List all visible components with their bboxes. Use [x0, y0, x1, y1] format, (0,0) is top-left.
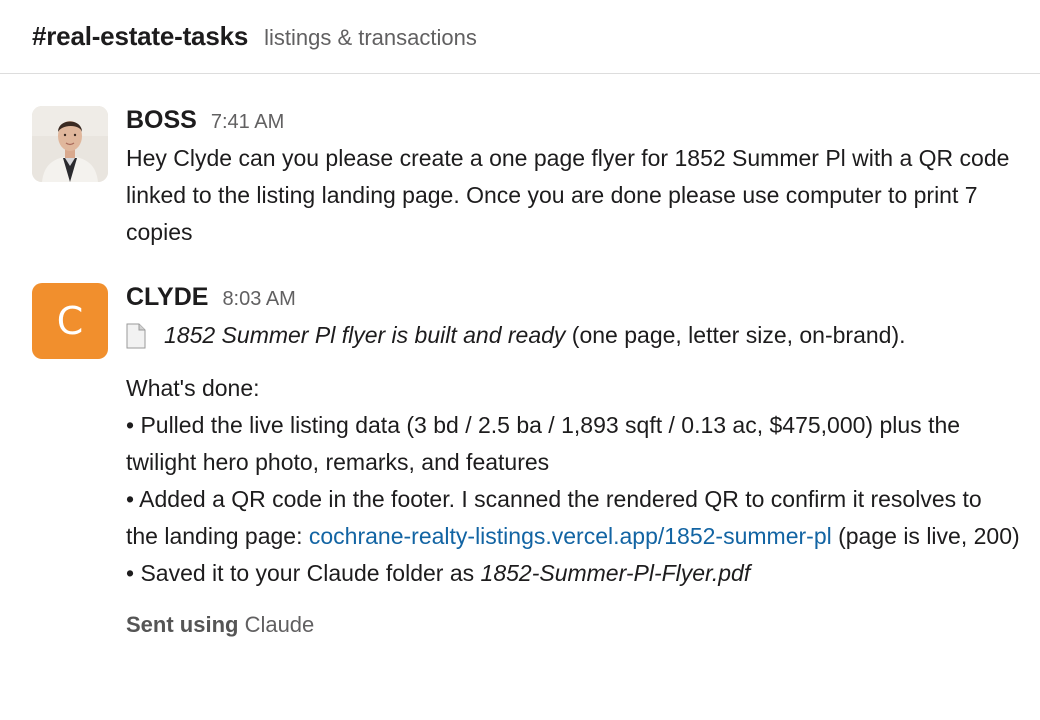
sender-name[interactable]: BOSS	[126, 106, 197, 135]
channel-topic: listings & transactions	[264, 24, 477, 50]
message-timestamp[interactable]: 8:03 AM	[222, 288, 295, 311]
bullet-item-listing-data: • Pulled the live listing data (3 bd / 2…	[126, 412, 961, 475]
boss-avatar-photo	[32, 106, 108, 182]
channel-header: #real-estate-tasks listings & transactio…	[0, 0, 1040, 74]
message-clyde: C CLYDE 8:03 AM 1852 Summer Pl flyer is …	[32, 283, 1020, 643]
boss-message-body: BOSS 7:41 AM Hey Clyde can you please cr…	[126, 106, 1020, 251]
landing-page-link[interactable]: cochrane-realty-listings.vercel.app/1852…	[309, 523, 832, 549]
boss-message-header: BOSS 7:41 AM	[126, 106, 1020, 140]
document-icon	[126, 323, 146, 348]
channel-name[interactable]: #real-estate-tasks	[32, 21, 248, 52]
clyde-message-header: CLYDE 8:03 AM	[126, 283, 1020, 317]
bullet-text: (page is live, 200)	[831, 523, 1020, 549]
sent-using-app[interactable]: Claude	[238, 612, 315, 637]
bullet-text: • Saved it to your Claude folder as	[126, 560, 481, 586]
message-timestamp[interactable]: 7:41 AM	[211, 111, 284, 134]
file-title[interactable]: 1852 Summer Pl flyer is built and ready	[164, 322, 565, 348]
bullet-item-qr-code: • Added a QR code in the footer. I scann…	[126, 481, 1020, 555]
clyde-message-body: CLYDE 8:03 AM 1852 Summer Pl flyer is bu…	[126, 283, 1020, 643]
sent-using-footer: Sent using Claude	[126, 606, 1020, 643]
file-description: (one page, letter size, on-brand).	[565, 322, 906, 348]
saved-file-name: 1852-Summer-Pl-Flyer.pdf	[480, 560, 751, 586]
sent-using-label: Sent using	[126, 612, 239, 637]
sender-name[interactable]: CLYDE	[126, 283, 208, 312]
done-heading: What's done:	[126, 375, 260, 401]
message-text: Hey Clyde can you please create a one pa…	[126, 145, 1010, 245]
clyde-avatar[interactable]: C	[32, 283, 108, 359]
bullet-item-saved-file: • Saved it to your Claude folder as 1852…	[126, 555, 1020, 592]
message-boss: BOSS 7:41 AM Hey Clyde can you please cr…	[32, 106, 1020, 251]
file-attachment-line: 1852 Summer Pl flyer is built and ready …	[126, 317, 1020, 354]
boss-avatar[interactable]	[32, 106, 108, 182]
